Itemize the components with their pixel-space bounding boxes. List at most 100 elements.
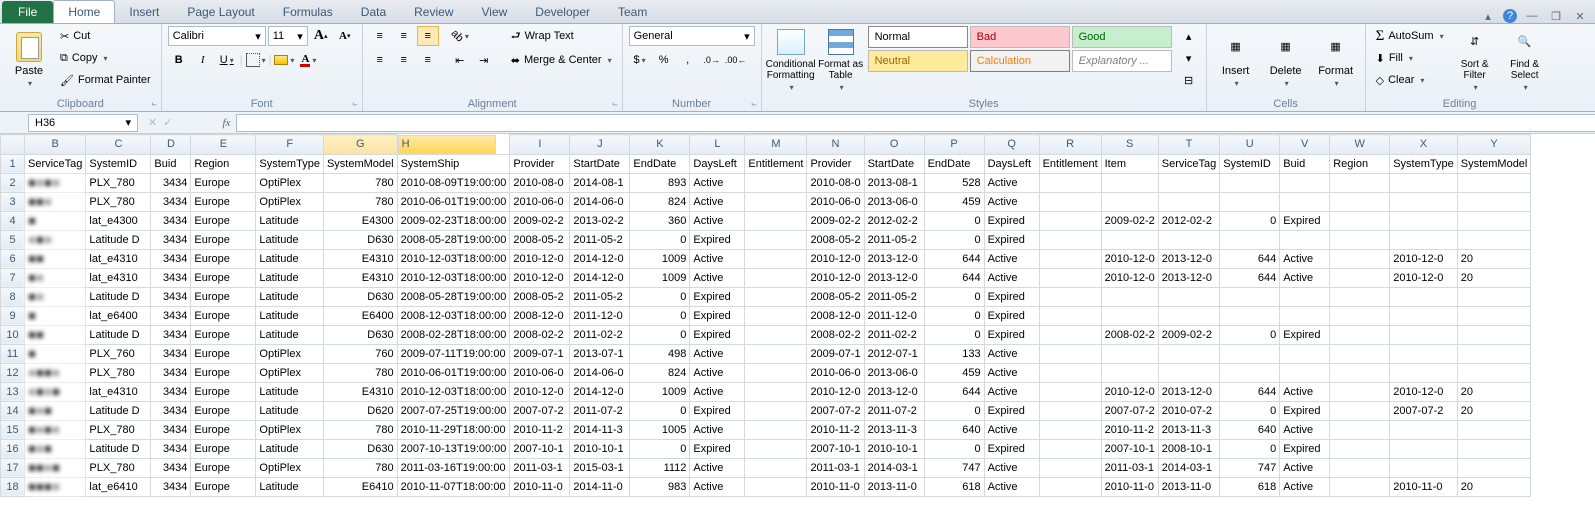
cell[interactable]: Latitude <box>256 287 324 306</box>
fill-button[interactable]: ⬇Fill <box>1372 48 1448 68</box>
cell[interactable]: Active <box>984 477 1039 496</box>
cell[interactable]: lat_e4310 <box>86 268 151 287</box>
cell[interactable] <box>745 344 807 363</box>
cell[interactable]: 983 <box>630 477 690 496</box>
cell[interactable]: 3434 <box>151 306 191 325</box>
cell[interactable] <box>1220 173 1280 192</box>
cell[interactable]: E4310 <box>323 268 397 287</box>
cell[interactable]: 824 <box>630 192 690 211</box>
column-header-K[interactable]: K <box>630 135 690 155</box>
cell[interactable]: Expired <box>984 211 1039 230</box>
row-header-11[interactable]: 11 <box>1 344 25 363</box>
font-color-button[interactable]: A <box>297 50 319 70</box>
header-cell[interactable]: Buid <box>1280 154 1330 173</box>
service-tag-cell[interactable] <box>25 306 86 325</box>
cell[interactable]: Expired <box>690 439 745 458</box>
cell[interactable]: 2014-12-0 <box>570 382 630 401</box>
italic-button[interactable]: I <box>192 50 214 70</box>
cell[interactable] <box>1390 439 1458 458</box>
row-header-15[interactable]: 15 <box>1 420 25 439</box>
service-tag-cell[interactable] <box>25 382 86 401</box>
cell[interactable] <box>1390 230 1458 249</box>
cell[interactable]: Active <box>984 363 1039 382</box>
cell[interactable] <box>1457 192 1531 211</box>
cell[interactable]: 2010-11-0 <box>510 477 570 496</box>
cell[interactable]: 2011-03-16T19:00:00 <box>397 458 510 477</box>
find-select-button[interactable]: 🔍Find & Select <box>1502 26 1548 92</box>
cell[interactable]: Europe <box>191 230 256 249</box>
cell[interactable]: OptiPlex <box>256 173 324 192</box>
cell[interactable]: 2013-12-0 <box>1158 382 1219 401</box>
header-cell[interactable]: SystemShip <box>397 154 510 173</box>
cell[interactable]: Active <box>690 211 745 230</box>
cell[interactable] <box>1457 439 1531 458</box>
cell[interactable]: 2015-03-1 <box>570 458 630 477</box>
cell[interactable]: 2009-02-2 <box>1158 325 1219 344</box>
cell[interactable] <box>1039 344 1101 363</box>
cell[interactable] <box>1220 192 1280 211</box>
cell[interactable]: 2013-12-0 <box>864 382 924 401</box>
row-header-2[interactable]: 2 <box>1 173 25 192</box>
cell[interactable] <box>1039 401 1101 420</box>
cell[interactable]: 2014-11-3 <box>570 420 630 439</box>
tab-team[interactable]: Team <box>604 1 661 23</box>
cell[interactable] <box>1101 344 1158 363</box>
row-header-6[interactable]: 6 <box>1 249 25 268</box>
cell[interactable] <box>745 211 807 230</box>
cell-styles-gallery[interactable]: NormalBadGoodNeutralCalculationExplanato… <box>868 26 1172 72</box>
cell[interactable]: lat_e6410 <box>86 477 151 496</box>
row-header-17[interactable]: 17 <box>1 458 25 477</box>
cell[interactable]: D630 <box>323 287 397 306</box>
header-cell[interactable]: Entitlement <box>1039 154 1101 173</box>
column-header-J[interactable]: J <box>570 135 630 155</box>
cell[interactable] <box>1039 420 1101 439</box>
cell[interactable] <box>1330 439 1390 458</box>
header-cell[interactable]: Region <box>191 154 256 173</box>
row-header-4[interactable]: 4 <box>1 211 25 230</box>
service-tag-cell[interactable] <box>25 173 86 192</box>
column-header-B[interactable]: B <box>25 135 86 155</box>
header-cell[interactable]: SystemModel <box>1457 154 1531 173</box>
cell[interactable]: 1005 <box>630 420 690 439</box>
cell[interactable]: lat_e4310 <box>86 249 151 268</box>
cell[interactable]: 2008-12-03T18:00:00 <box>397 306 510 325</box>
tab-developer[interactable]: Developer <box>521 1 604 23</box>
cell[interactable] <box>1330 363 1390 382</box>
align-bottom-button[interactable]: ≡ <box>417 26 439 46</box>
table-row[interactable]: 2PLX_7803434EuropeOptiPlex7802010-08-09T… <box>1 173 1531 192</box>
cell[interactable]: Expired <box>984 439 1039 458</box>
cell[interactable]: 2010-06-0 <box>510 363 570 382</box>
column-header-D[interactable]: D <box>151 135 191 155</box>
cell[interactable]: 0 <box>924 287 984 306</box>
cell[interactable] <box>1039 439 1101 458</box>
cell[interactable]: 2009-02-2 <box>1101 211 1158 230</box>
indent-decrease-button[interactable]: ⇤ <box>449 50 471 70</box>
cell[interactable]: 3434 <box>151 382 191 401</box>
cell[interactable]: 2013-12-0 <box>1158 249 1219 268</box>
column-header-E[interactable]: E <box>191 135 256 155</box>
cell[interactable] <box>1101 230 1158 249</box>
cell[interactable]: Latitude D <box>86 325 151 344</box>
cell[interactable]: Latitude D <box>86 439 151 458</box>
cell[interactable]: 2012-02-2 <box>864 211 924 230</box>
row-header-9[interactable]: 9 <box>1 306 25 325</box>
autosum-button[interactable]: ΣAutoSum <box>1372 26 1448 46</box>
cell[interactable] <box>1220 363 1280 382</box>
header-cell[interactable]: SystemID <box>1220 154 1280 173</box>
cell[interactable] <box>1158 287 1219 306</box>
header-cell[interactable]: StartDate <box>864 154 924 173</box>
column-header-M[interactable]: M <box>745 135 807 155</box>
window-close-icon[interactable]: ✕ <box>1571 9 1589 23</box>
cell[interactable] <box>1457 306 1531 325</box>
window-minimize-icon[interactable]: — <box>1523 9 1541 23</box>
cell[interactable] <box>1280 192 1330 211</box>
column-header-S[interactable]: S <box>1101 135 1158 155</box>
tab-formulas[interactable]: Formulas <box>269 1 347 23</box>
header-cell[interactable]: SystemType <box>1390 154 1458 173</box>
cell[interactable]: 2008-02-2 <box>510 325 570 344</box>
cell[interactable] <box>745 192 807 211</box>
header-cell[interactable]: Provider <box>807 154 864 173</box>
cell[interactable]: E4310 <box>323 249 397 268</box>
cell[interactable]: 618 <box>924 477 984 496</box>
cell[interactable]: 2010-08-0 <box>807 173 864 192</box>
